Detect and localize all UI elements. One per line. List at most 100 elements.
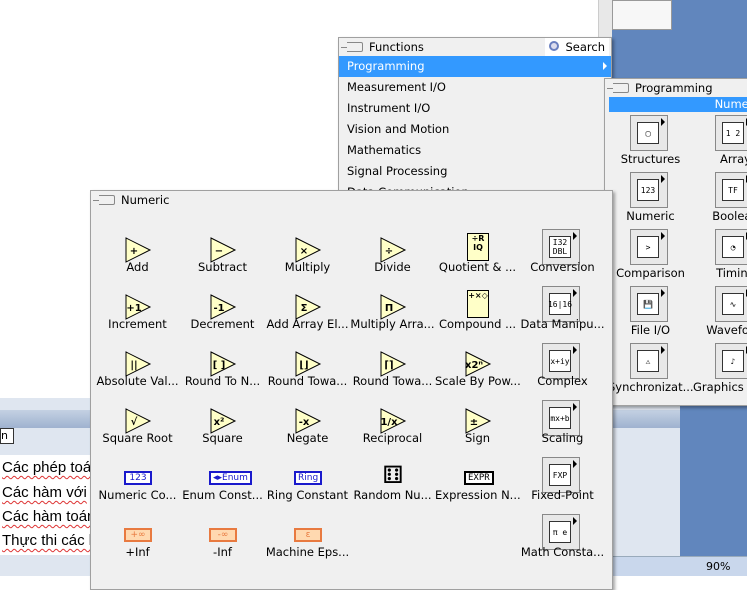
svg-text:||: ||: [130, 360, 137, 371]
icon-glyph: I32 DBL: [549, 236, 571, 258]
palette-item-label: Multiply: [284, 260, 331, 274]
palette-item-fixed-point[interactable]: FXP Fixed-Point: [520, 457, 605, 514]
palette-item-scaling[interactable]: mx+b Scaling: [520, 400, 605, 457]
palette-item-quotient[interactable]: ÷R IQ Quotient & ...: [435, 229, 520, 286]
palette-item-label: Random Nu...: [353, 488, 432, 502]
pin-icon[interactable]: [93, 195, 115, 205]
svg-text:÷: ÷: [385, 246, 393, 257]
palette-item-data-manipu[interactable]: 16|16 Data Manipu...: [520, 286, 605, 343]
constant-icon: Ring: [294, 471, 323, 485]
menu-item-label: Measurement I/O: [347, 80, 446, 94]
palette-item-expression-n[interactable]: EXPR Expression N...: [435, 457, 520, 514]
svg-text:-1: -1: [213, 303, 224, 314]
menu-item-measurement-i-o[interactable]: Measurement I/O: [339, 77, 611, 98]
palette-item-file-i-o[interactable]: 💾 File I/O: [608, 286, 693, 343]
zoom-level[interactable]: 90%: [706, 560, 730, 573]
icon-glyph: 1 2: [722, 122, 744, 144]
palette-item-enum-const[interactable]: ◂▸Enum Enum Const...: [180, 457, 265, 514]
palette-item-label: Machine Eps...: [265, 545, 350, 559]
icon-glyph: 16|16: [548, 293, 572, 315]
menu-item-signal-processing[interactable]: Signal Processing: [339, 161, 611, 182]
submenu-arrow-icon: [603, 62, 607, 70]
palette-item-comparison[interactable]: > Comparison: [608, 229, 693, 286]
palette-header[interactable]: Functions Search: [339, 38, 611, 56]
palette-item-conversion[interactable]: I32 DBL Conversion: [520, 229, 605, 286]
constant-icon: EXPR: [464, 471, 494, 485]
palette-item-label: Synchronizat...: [608, 380, 693, 394]
palette-item-synchronizat[interactable]: ⚠ Synchronizat...: [608, 343, 693, 400]
palette-item--inf[interactable]: -∞ -Inf: [180, 514, 265, 571]
palette-item-subtract[interactable]: − Subtract: [180, 229, 265, 286]
palette-item-math-consta[interactable]: π e Math Consta...: [520, 514, 605, 571]
palette-item-label: Structures: [620, 152, 681, 166]
palette-item-round-to-n[interactable]: [ ] Round To N...: [180, 343, 265, 400]
palette-item-round-towa[interactable]: ⌈⌉ Round Towa...: [350, 343, 435, 400]
palette-item-array[interactable]: 1 2 Array: [693, 115, 747, 172]
svg-text:[ ]: [ ]: [213, 360, 226, 371]
palette-item-boolean[interactable]: TF Boolean: [693, 172, 747, 229]
search-button[interactable]: Search: [545, 38, 609, 56]
palette-item-scale-by-pow[interactable]: x2ⁿ Scale By Pow...: [435, 343, 520, 400]
word-tab[interactable]: n: [0, 428, 14, 444]
subpalette-icon: >: [630, 229, 668, 265]
svg-text:Σ: Σ: [301, 303, 308, 314]
palette-item-complex[interactable]: x+iy Complex: [520, 343, 605, 400]
constant-icon: +∞: [124, 528, 152, 542]
palette-item-round-towa[interactable]: ⌊⌋ Round Towa...: [265, 343, 350, 400]
subpalette-icon: 1 2: [715, 115, 747, 151]
palette-item-square-root[interactable]: √ Square Root: [95, 400, 180, 457]
palette-item-sign[interactable]: ± Sign: [435, 400, 520, 457]
pin-icon[interactable]: [607, 83, 629, 93]
menu-item-mathematics[interactable]: Mathematics: [339, 140, 611, 161]
svg-text:+1: +1: [126, 303, 141, 314]
palette-item-structures[interactable]: ▢ Structures: [608, 115, 693, 172]
pin-icon[interactable]: [341, 42, 363, 52]
palette-item-waveform[interactable]: ∿ Waveform: [693, 286, 747, 343]
palette-item-decrement[interactable]: -1 Decrement: [180, 286, 265, 343]
palette-item-timing[interactable]: ◔ Timing: [693, 229, 747, 286]
palette-item-square[interactable]: x² Square: [180, 400, 265, 457]
palette-item-random-nu[interactable]: ⚅ Random Nu...: [350, 457, 435, 514]
palette-header[interactable]: Programming: [605, 79, 747, 97]
palette-item-numeric-co[interactable]: 123 Numeric Co...: [95, 457, 180, 514]
palette-item-label: Round Towa...: [352, 374, 433, 388]
palette-item-multiply-arra[interactable]: Π Multiply Arra...: [350, 286, 435, 343]
palette-item-multiply[interactable]: × Multiply: [265, 229, 350, 286]
palette-item-machine-eps[interactable]: ε Machine Eps...: [265, 514, 350, 571]
menu-item-label: Vision and Motion: [347, 122, 450, 136]
menu-item-vision-and-motion[interactable]: Vision and Motion: [339, 119, 611, 140]
palette-item-numeric[interactable]: 123 Numeric: [608, 172, 693, 229]
palette-item-ring-constant[interactable]: Ring Ring Constant: [265, 457, 350, 514]
block-diagram-thumbnail: [612, 0, 672, 30]
palette-item-label: Divide: [374, 260, 411, 274]
palette-item-label: Negate: [286, 431, 329, 445]
subpalette-icon: ◔: [715, 229, 747, 265]
icon-glyph: mx+b: [549, 407, 571, 429]
function-icon: +×◇: [467, 290, 489, 318]
palette-item-label: Subtract: [197, 260, 247, 274]
icon-glyph: 💾: [637, 293, 659, 315]
palette-item-label: Data Manipu...: [520, 317, 605, 331]
palette-item-add[interactable]: + Add: [95, 229, 180, 286]
palette-item-divide[interactable]: ÷ Divide: [350, 229, 435, 286]
palette-item-negate[interactable]: -x Negate: [265, 400, 350, 457]
search-label: Search: [565, 40, 605, 54]
palette-item-label: Numeric Co...: [98, 488, 177, 502]
menu-item-programming[interactable]: Programming: [339, 56, 611, 77]
word-document-page[interactable]: Các phép toá Các hàm với Các hàm toán Th…: [0, 455, 100, 555]
palette-item-compound[interactable]: +×◇ Compound ...: [435, 286, 520, 343]
palette-item-graphics-sound[interactable]: ♪ Graphics & Sound: [693, 343, 747, 400]
palette-header[interactable]: Numeric: [91, 191, 612, 209]
palette-item-increment[interactable]: +1 Increment: [95, 286, 180, 343]
palette-item-absolute-val[interactable]: || Absolute Val...: [95, 343, 180, 400]
menu-item-instrument-i-o[interactable]: Instrument I/O: [339, 98, 611, 119]
palette-item-add-array-el[interactable]: Σ Add Array El...: [265, 286, 350, 343]
palette-item--inf[interactable]: +∞ +Inf: [95, 514, 180, 571]
palette-item-label: Add: [126, 260, 149, 274]
palette-item-label: Conversion: [530, 260, 595, 274]
palette-item-label: -Inf: [213, 545, 232, 559]
svg-text:⌈⌉: ⌈⌉: [384, 360, 393, 371]
palette-item-label: Square Root: [102, 431, 173, 445]
subpalette-icon: ⚠: [630, 343, 668, 379]
palette-item-reciprocal[interactable]: 1/x Reciprocal: [350, 400, 435, 457]
